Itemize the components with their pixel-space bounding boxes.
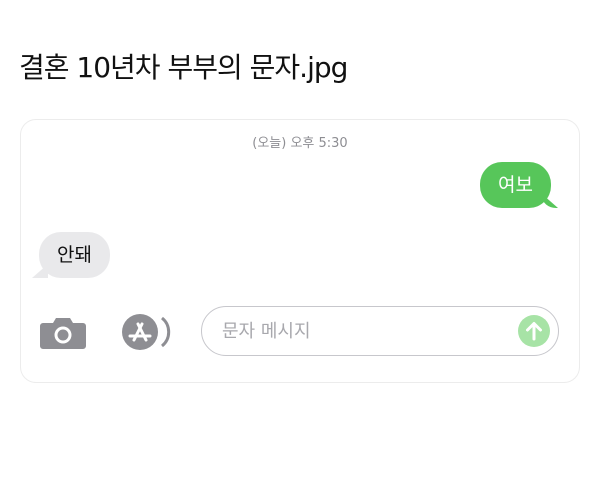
incoming-message-bubble: 안돼 (39, 232, 110, 278)
camera-button[interactable] (39, 315, 87, 351)
camera-icon (40, 318, 86, 349)
incoming-message-text: 안돼 (57, 244, 92, 266)
messages-screenshot: (오늘) 오후 5:30 여보 안돼 (20, 119, 580, 383)
send-arrow-up-icon (526, 322, 542, 341)
composer-bar (21, 303, 579, 357)
message-field (201, 306, 559, 356)
outgoing-message-text: 여보 (498, 174, 533, 196)
app-store-button[interactable] (118, 312, 174, 352)
message-input[interactable] (222, 307, 502, 355)
outgoing-message-bubble: 여보 (480, 162, 551, 208)
page: 결혼 10년차 부부의 문자.jpg (오늘) 오후 5:30 여보 안돼 (0, 0, 600, 477)
app-store-icon (122, 314, 171, 350)
send-button[interactable] (518, 315, 550, 347)
post-title: 결혼 10년차 부부의 문자.jpg (19, 51, 348, 84)
message-timestamp: (오늘) 오후 5:30 (252, 136, 348, 151)
